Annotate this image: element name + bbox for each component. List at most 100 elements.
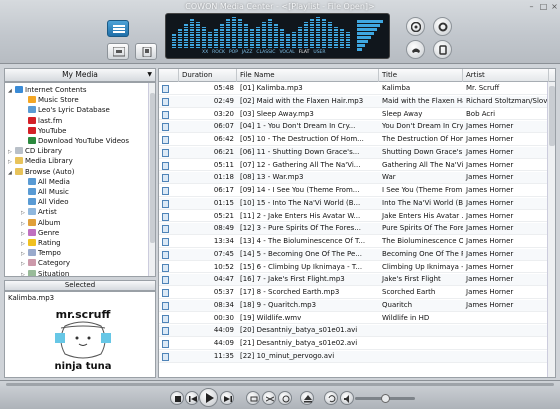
eq-mode[interactable]: USER bbox=[313, 50, 325, 55]
table-row[interactable]: 06:21 [06] 11 - Shutting Down Grace's... S… bbox=[159, 146, 549, 159]
table-row[interactable]: 02:49 [02] Maid with the Flaxen Hair.mp3 M… bbox=[159, 95, 549, 108]
tree-collapse-icon[interactable]: ◢ bbox=[8, 86, 15, 96]
table-row[interactable]: 08:34 [18] 9 - Quaritch.mp3 Quaritch James … bbox=[159, 299, 549, 312]
playlist-scrollbar[interactable] bbox=[547, 82, 555, 377]
eq-mode[interactable]: VOCAL bbox=[279, 50, 294, 55]
column-header[interactable]: File Name bbox=[237, 69, 379, 82]
my-media-header[interactable]: My Media ▼ bbox=[4, 68, 156, 82]
playlist-view-button[interactable] bbox=[107, 20, 129, 37]
info-button[interactable] bbox=[433, 40, 452, 59]
tree-collapse-icon[interactable]: ◢ bbox=[8, 168, 15, 178]
tree-expand-icon[interactable]: ▷ bbox=[21, 270, 28, 276]
table-row[interactable]: 05:48 [01] Kalimba.mp3 Kalimba Mr. Scruff bbox=[159, 83, 549, 95]
table-row[interactable]: 05:37 [17] 8 - Scorched Earth.mp3 Scorched… bbox=[159, 287, 549, 299]
table-row[interactable]: 44:09 [20] Desantniy_batya_s01e01.avi bbox=[159, 325, 549, 338]
table-row[interactable]: 11:35 [22] 10_minut_pervogo.avi bbox=[159, 350, 549, 363]
table-row[interactable]: 01:18 [08] 13 - War.mp3 War James Horner bbox=[159, 172, 549, 185]
column-header[interactable]: Title bbox=[379, 69, 463, 82]
eject-button[interactable] bbox=[300, 391, 314, 405]
tree-item[interactable]: Music Store bbox=[21, 95, 79, 105]
record-button[interactable] bbox=[406, 17, 425, 36]
previous-button[interactable] bbox=[185, 391, 199, 405]
tree-item[interactable]: ▷ Category bbox=[21, 258, 70, 268]
tree-item[interactable]: ▷ Genre bbox=[21, 228, 59, 238]
tree-scrollbar[interactable] bbox=[148, 83, 155, 276]
my-media-title: My Media bbox=[62, 70, 98, 79]
column-header[interactable] bbox=[159, 69, 179, 82]
column-header[interactable]: Artist bbox=[463, 69, 549, 82]
table-row[interactable]: 03:20 [03] Sleep Away.mp3 Sleep Away Bob Ac… bbox=[159, 109, 549, 121]
volume-slider[interactable] bbox=[355, 394, 415, 403]
cell-artist: James Horner bbox=[466, 249, 514, 258]
table-row[interactable]: 06:42 [05] 10 - The Destruction Of Hom...… bbox=[159, 134, 549, 146]
play-button[interactable] bbox=[199, 388, 218, 407]
selected-panel: Kalimba.mp3 mr.scruff ninja tuna bbox=[4, 291, 156, 378]
eq-mode[interactable]: POP bbox=[229, 50, 238, 55]
tree-item[interactable]: Leo's Lyric Database bbox=[21, 105, 110, 115]
playback-mode-button[interactable] bbox=[324, 391, 338, 405]
eq-mode[interactable]: ROCK bbox=[212, 50, 225, 55]
cell-artist: James Horner bbox=[466, 237, 514, 245]
table-row[interactable]: 10:52 [15] 6 - Climbing Up Iknimaya - T..… bbox=[159, 262, 549, 274]
tree-item[interactable]: ▷ Rating bbox=[21, 238, 61, 248]
chevron-down-icon[interactable]: ▼ bbox=[147, 69, 152, 81]
tree-item-label: Leo's Lyric Database bbox=[38, 106, 110, 115]
cell-duration: 05:21 bbox=[213, 211, 234, 220]
tree-item[interactable]: YouTube bbox=[21, 126, 66, 136]
tree-item[interactable]: ▷ Album bbox=[21, 218, 60, 228]
tree-item[interactable]: All Video bbox=[21, 197, 69, 207]
tree-item[interactable]: ▷ Media Library bbox=[8, 156, 73, 166]
tree-item[interactable]: ▷ Situation bbox=[21, 269, 69, 276]
tree-item-label: All Media bbox=[38, 177, 70, 186]
eq-mode[interactable]: XX bbox=[202, 50, 208, 55]
maximize-button[interactable]: □ bbox=[538, 2, 549, 11]
table-row[interactable]: 06:07 [04] 1 - You Don't Dream In Cry... Y… bbox=[159, 121, 549, 134]
table-row[interactable]: 06:17 [09] 14 - I See You (Theme From... I… bbox=[159, 185, 549, 197]
tree-item[interactable]: ▷ CD Library bbox=[8, 146, 62, 156]
eq-mode[interactable]: CLASSIC bbox=[256, 50, 275, 55]
shuffle-button[interactable] bbox=[262, 391, 276, 405]
mute-button[interactable] bbox=[340, 391, 354, 405]
next-button[interactable] bbox=[220, 391, 234, 405]
cell-duration: 44:09 bbox=[213, 326, 234, 335]
playlist-scroll-thumb[interactable] bbox=[549, 86, 555, 146]
device-button[interactable] bbox=[135, 43, 157, 60]
tree-scroll-thumb[interactable] bbox=[150, 93, 155, 243]
ab-repeat-button[interactable] bbox=[278, 391, 292, 405]
cell-file: [14] 5 - Becoming One Of The Pe... bbox=[240, 249, 363, 258]
table-row[interactable]: 05:21 [11] 2 - Jake Enters His Avatar W..… bbox=[159, 211, 549, 223]
eq-band bbox=[256, 26, 260, 48]
tree-item[interactable]: last.fm bbox=[21, 116, 62, 126]
table-row[interactable]: 07:45 [14] 5 - Becoming One Of The Pe... B… bbox=[159, 248, 549, 261]
tree-item[interactable]: Download YouTube Videos bbox=[21, 136, 129, 146]
tree-item[interactable]: ◢ Browse (Auto) bbox=[8, 167, 74, 177]
tree-item[interactable]: ◢ Internet Contents bbox=[8, 85, 87, 95]
seek-bar[interactable] bbox=[6, 383, 554, 386]
tree-item[interactable]: All Media bbox=[21, 177, 70, 187]
table-row[interactable]: 00:30 [19] Wildlife.wmv Wildlife in HD bbox=[159, 313, 549, 325]
close-button[interactable]: × bbox=[549, 2, 560, 11]
table-row[interactable]: 04:47 [16] 7 - Jake's First Flight.mp3 Jak… bbox=[159, 274, 549, 287]
eq-mode[interactable]: JAZZ bbox=[242, 50, 253, 55]
eq-mode[interactable]: FLAT bbox=[299, 50, 310, 55]
tree-item[interactable]: All Music bbox=[21, 187, 69, 197]
table-row[interactable]: 01:15 [10] 15 - Into The Na'Vi World (B..… bbox=[159, 197, 549, 210]
table-row[interactable]: 05:11 [07] 12 - Gathering All The Na'Vi..… bbox=[159, 160, 549, 172]
video-file-icon bbox=[162, 352, 169, 361]
repeat-button[interactable] bbox=[246, 391, 260, 405]
settings-button[interactable] bbox=[433, 17, 452, 36]
minimize-button[interactable]: – bbox=[526, 2, 537, 11]
stop-button[interactable] bbox=[170, 391, 184, 405]
volume-knob[interactable] bbox=[381, 394, 390, 403]
tree-item[interactable]: ▷ Tempo bbox=[21, 248, 61, 258]
table-row[interactable]: 44:09 [21] Desantniy_batya_s01e02.avi bbox=[159, 338, 549, 350]
cell-title: Into The Na'Vi World (B... bbox=[382, 198, 463, 207]
tree-item[interactable]: ▷ Artist bbox=[21, 207, 57, 217]
phone-button[interactable] bbox=[406, 40, 425, 59]
column-header[interactable]: Duration bbox=[179, 69, 237, 82]
media-view-button[interactable] bbox=[107, 43, 129, 60]
table-row[interactable]: 08:49 [12] 3 - Pure Spirits Of The Fores.… bbox=[159, 223, 549, 236]
album-art-text-bottom: ninja tuna bbox=[54, 361, 111, 372]
table-row[interactable]: 13:34 [13] 4 - The Bioluminescence Of T..… bbox=[159, 236, 549, 248]
cell-duration: 05:48 bbox=[213, 84, 234, 92]
